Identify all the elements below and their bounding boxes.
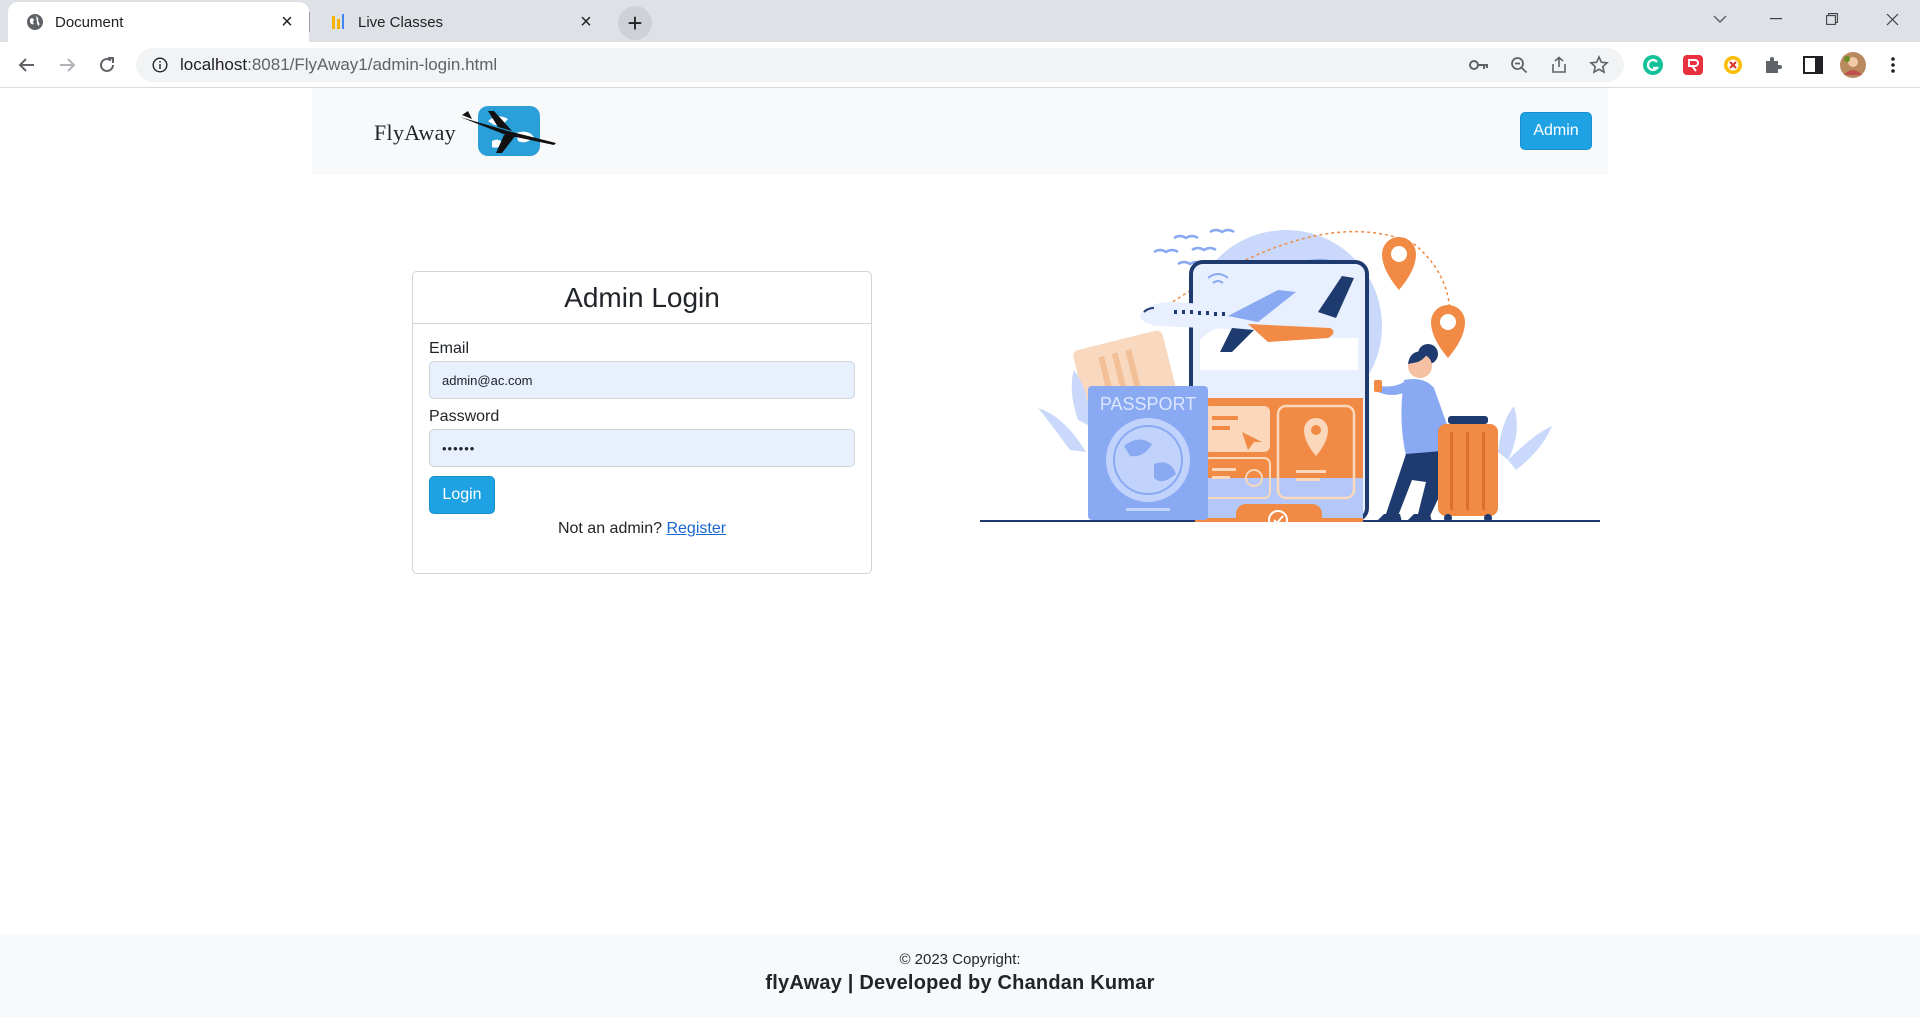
address-bar[interactable]: localhost:8081/FlyAway1/admin-login.html xyxy=(136,48,1624,82)
register-prompt: Not an admin? xyxy=(557,520,663,537)
brand-link[interactable]: FlyAway xyxy=(374,105,558,158)
site-info-icon[interactable] xyxy=(142,57,178,73)
passport-graphic: PASSPORT xyxy=(1088,386,1208,520)
passport-label: PASSPORT xyxy=(1100,394,1196,414)
login-form: Email admin@ac.com Password •••••• Login… xyxy=(413,324,871,554)
tab-live-classes[interactable]: Live Classes × xyxy=(311,2,608,42)
airplane-logo-icon xyxy=(458,103,558,164)
card-header: Admin Login xyxy=(413,272,871,324)
footer-developer: flyAway | Developed by Chandan Kumar xyxy=(765,972,1155,994)
restore-icon[interactable] xyxy=(1812,0,1852,38)
profile-avatar[interactable] xyxy=(1838,50,1868,80)
forward-arrow-icon[interactable] xyxy=(51,49,83,81)
footer-copyright: © 2023 Copyright: xyxy=(899,951,1021,968)
browser-toolbar: localhost:8081/FlyAway1/admin-login.html xyxy=(0,42,1920,88)
register-prompt-line: Not an admin? Register xyxy=(429,520,855,538)
tab-title: Document xyxy=(55,13,124,31)
email-value: admin@ac.com xyxy=(442,372,533,388)
red-extension-icon[interactable] xyxy=(1678,50,1708,80)
tab-document[interactable]: Document × xyxy=(8,2,309,42)
close-window-icon[interactable] xyxy=(1870,0,1914,38)
admin-login-card: Admin Login Email admin@ac.com Password … xyxy=(412,271,872,574)
timer-extension-icon[interactable] xyxy=(1718,50,1748,80)
email-label: Email xyxy=(429,340,470,357)
address-url: localhost:8081/FlyAway1/admin-login.html xyxy=(180,55,497,75)
tab-search-icon[interactable] xyxy=(1700,0,1740,38)
grammarly-extension-icon[interactable] xyxy=(1638,50,1668,80)
minimize-icon[interactable] xyxy=(1756,0,1796,38)
tab-separator xyxy=(309,12,310,32)
site-footer: © 2023 Copyright: flyAway | Developed by… xyxy=(0,934,1920,1017)
login-button[interactable]: Login xyxy=(429,476,495,514)
travel-illustration: PASSPORT xyxy=(980,228,1600,522)
tab-title: Live Classes xyxy=(358,13,444,31)
login-title: Admin Login xyxy=(564,281,720,313)
key-icon[interactable] xyxy=(1466,52,1492,78)
register-link[interactable]: Register xyxy=(666,520,726,537)
back-arrow-icon[interactable] xyxy=(11,49,43,81)
close-tab-icon[interactable]: × xyxy=(273,8,301,36)
bar-chart-icon xyxy=(328,12,348,32)
site-navbar: FlyAway Admin xyxy=(312,88,1608,175)
email-field[interactable]: admin@ac.com xyxy=(429,361,855,399)
browser-tab-strip: Document × Live Classes × + xyxy=(0,0,1920,42)
close-tab-icon[interactable]: × xyxy=(572,8,600,36)
new-tab-button[interactable]: + xyxy=(618,6,652,40)
brand-name: FlyAway xyxy=(374,120,456,145)
zoom-out-icon[interactable] xyxy=(1506,52,1532,78)
bookmark-star-icon[interactable] xyxy=(1586,52,1612,78)
reload-icon[interactable] xyxy=(91,49,123,81)
globe-icon xyxy=(25,12,45,32)
location-pin-icon xyxy=(1382,237,1416,290)
side-panel-icon[interactable] xyxy=(1798,50,1828,80)
page-content: FlyAway Admin Admin Login Email admin@ac… xyxy=(0,88,1920,1017)
suitcase-graphic xyxy=(1438,416,1498,522)
url-host: localhost xyxy=(180,55,248,74)
puzzle-extensions-icon[interactable] xyxy=(1758,50,1788,80)
password-field[interactable]: •••••• xyxy=(429,429,855,467)
menu-kebab-icon[interactable] xyxy=(1878,50,1908,80)
admin-button[interactable]: Admin xyxy=(1520,112,1592,150)
url-path: :8081/FlyAway1/admin-login.html xyxy=(247,55,498,74)
password-label: Password xyxy=(429,408,500,425)
share-icon[interactable] xyxy=(1546,52,1572,78)
password-value: •••••• xyxy=(442,440,476,456)
